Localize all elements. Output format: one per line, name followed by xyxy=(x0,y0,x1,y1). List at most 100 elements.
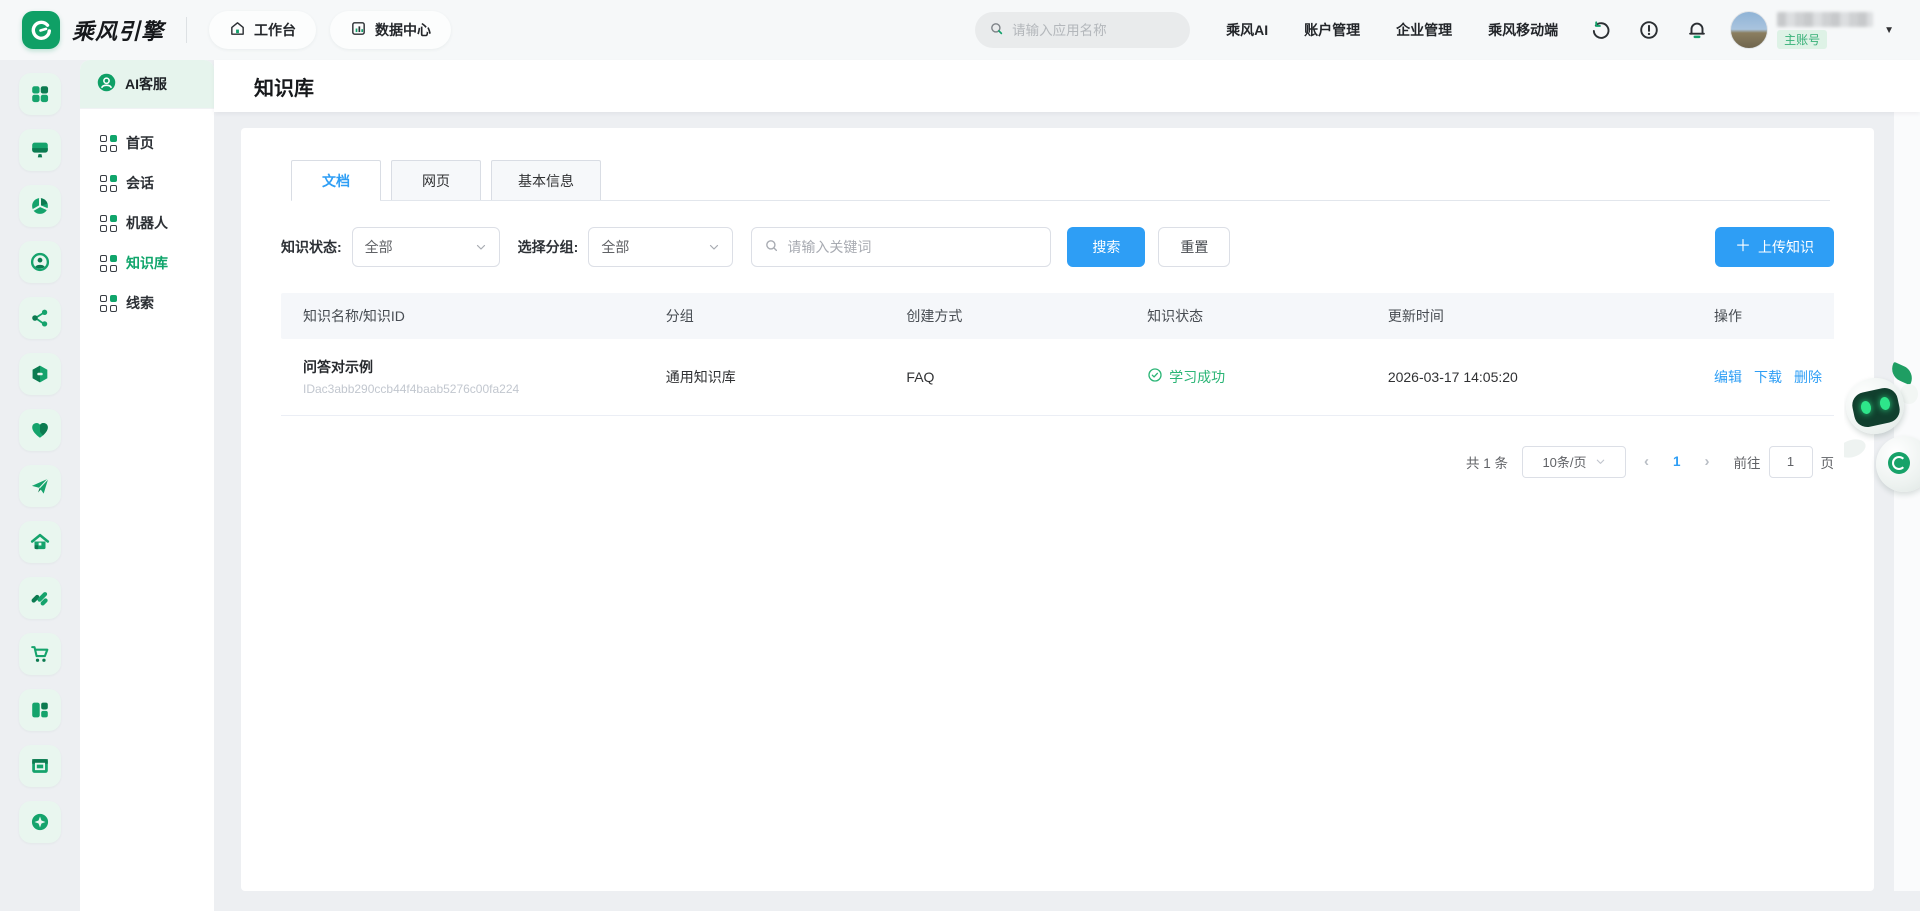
mascot-leaf xyxy=(1888,362,1916,385)
data-center-label: 数据中心 xyxy=(375,20,431,40)
goto-page-input[interactable] xyxy=(1769,446,1813,478)
ai-service-icon xyxy=(96,72,117,96)
grid-icon xyxy=(100,135,117,152)
rail-paper-plane-icon[interactable] xyxy=(19,465,61,507)
search-icon xyxy=(989,21,1004,39)
goto-label: 前往 xyxy=(1734,452,1761,472)
chevron-down-icon: ▼ xyxy=(1884,25,1894,36)
grid-icon xyxy=(100,215,117,232)
col-updated: 更新时间 xyxy=(1376,293,1702,339)
rail-tags-icon[interactable] xyxy=(19,577,61,619)
rail-layout-icon[interactable] xyxy=(19,689,61,731)
goto-suffix: 页 xyxy=(1821,452,1835,472)
sidebar-item-conversations[interactable]: 会话 xyxy=(80,163,214,203)
sidebar-item-home[interactable]: 首页 xyxy=(80,123,214,163)
workbench-button[interactable]: 工作台 xyxy=(209,11,316,49)
col-group: 分组 xyxy=(654,293,895,339)
tab-webpages[interactable]: 网页 xyxy=(391,160,481,200)
row-actions: 编辑 下载 删除 xyxy=(1714,367,1822,387)
app-search-input[interactable] xyxy=(1012,23,1176,38)
rail-share-icon[interactable] xyxy=(19,297,61,339)
rail-browser-icon[interactable] xyxy=(19,745,61,787)
bell-icon[interactable] xyxy=(1686,19,1708,41)
next-page-icon[interactable]: › xyxy=(1701,453,1714,470)
chevron-down-icon xyxy=(1595,456,1606,467)
avatar[interactable] xyxy=(1730,11,1768,49)
delete-link[interactable]: 删除 xyxy=(1794,367,1822,387)
goto-page: 前往 页 xyxy=(1734,446,1835,478)
grid-icon xyxy=(100,295,117,312)
sidebar-item-knowledge-base[interactable]: 知识库 xyxy=(80,243,214,283)
bar-chart-icon xyxy=(350,20,367,40)
search-icon xyxy=(764,238,779,256)
topbar: 乘风引擎 工作台 数据中心 乘风AI 账户管理 企业管理 乘风移动端 xyxy=(0,0,1920,60)
rail-hex-package-icon[interactable] xyxy=(19,353,61,395)
search-button[interactable]: 搜索 xyxy=(1067,227,1145,267)
rail-heart-icon[interactable] xyxy=(19,409,61,451)
table-row: 问答对示例 IDac3abb290ccb44f4baab5276c00fa224… xyxy=(281,339,1834,415)
knowledge-updated: 2026-03-17 14:05:20 xyxy=(1376,339,1702,415)
pagination: 共 1 条 10条/页 ‹ 1 › 前往 页 xyxy=(281,446,1834,478)
page-number-1[interactable]: 1 xyxy=(1667,454,1687,469)
rail-home-icon[interactable] xyxy=(19,521,61,563)
rail-customer-service-icon[interactable] xyxy=(19,241,61,283)
nav-enterprise-management[interactable]: 企业管理 xyxy=(1396,20,1452,40)
sidebar-item-leads[interactable]: 线索 xyxy=(80,283,214,323)
home-icon xyxy=(229,20,246,40)
tab-bar: 文档 网页 基本信息 xyxy=(291,160,1830,201)
sidebar-item-robots[interactable]: 机器人 xyxy=(80,203,214,243)
col-create-method: 创建方式 xyxy=(894,293,1135,339)
edit-link[interactable]: 编辑 xyxy=(1714,367,1742,387)
sidebar-module-header[interactable]: AI客服 xyxy=(80,60,214,108)
rail-monitor-icon[interactable] xyxy=(19,129,61,171)
brand-logo-icon[interactable] xyxy=(22,11,60,49)
alert-icon[interactable] xyxy=(1638,19,1660,41)
knowledge-name: 问答对示例 xyxy=(303,357,642,377)
page-size-select[interactable]: 10条/页 xyxy=(1522,446,1626,478)
grid-icon xyxy=(100,255,117,272)
sidebar-menu: 首页 会话 机器人 知识库 线索 xyxy=(80,109,214,323)
refresh-icon[interactable] xyxy=(1590,19,1612,41)
brand-name: 乘风引擎 xyxy=(72,14,164,46)
upload-knowledge-button[interactable]: ＋ 上传知识 xyxy=(1715,227,1834,267)
rail-cart-icon[interactable] xyxy=(19,633,61,675)
knowledge-table: 知识名称/知识ID 分组 创建方式 知识状态 更新时间 操作 xyxy=(281,293,1834,416)
prev-page-icon[interactable]: ‹ xyxy=(1640,453,1653,470)
keyword-input[interactable] xyxy=(787,239,1038,255)
keyword-search[interactable] xyxy=(751,227,1051,267)
rail-apps-icon[interactable] xyxy=(19,73,61,115)
col-name-id: 知识名称/知识ID xyxy=(281,293,654,339)
rail-sparkle-icon[interactable] xyxy=(19,801,61,843)
page-title: 知识库 xyxy=(254,72,314,101)
status-select[interactable]: 全部 xyxy=(352,227,500,267)
mascot-robot[interactable] xyxy=(1844,344,1920,512)
check-circle-icon xyxy=(1147,367,1163,386)
sidebar-module-label: AI客服 xyxy=(125,74,167,94)
workspace: AI客服 首页 会话 机器人 知识库 xyxy=(0,60,1920,911)
topbar-icons xyxy=(1590,19,1708,41)
username-redacted xyxy=(1777,12,1873,27)
account-menu[interactable]: 主账号 ▼ xyxy=(1730,11,1894,49)
total-count: 共 1 条 xyxy=(1466,452,1508,472)
data-center-button[interactable]: 数据中心 xyxy=(330,11,451,49)
main-area: 知识库 文档 网页 基本信息 知识状态: 全部 xyxy=(214,60,1920,911)
nav-chengfeng-ai[interactable]: 乘风AI xyxy=(1226,20,1268,40)
group-select[interactable]: 全部 xyxy=(588,227,733,267)
tab-basic-info[interactable]: 基本信息 xyxy=(491,160,601,200)
tab-documents[interactable]: 文档 xyxy=(291,160,381,200)
mascot-logo-icon xyxy=(1888,452,1910,474)
nav-mobile[interactable]: 乘风移动端 xyxy=(1488,20,1558,40)
top-nav: 乘风AI 账户管理 企业管理 乘风移动端 xyxy=(1226,20,1558,40)
app-rail xyxy=(0,60,80,911)
knowledge-create-method: FAQ xyxy=(894,339,1135,415)
col-status: 知识状态 xyxy=(1135,293,1376,339)
nav-account-management[interactable]: 账户管理 xyxy=(1304,20,1360,40)
col-actions: 操作 xyxy=(1702,293,1834,339)
page-header: 知识库 xyxy=(214,60,1920,112)
download-link[interactable]: 下载 xyxy=(1754,367,1782,387)
app-search[interactable] xyxy=(975,12,1190,48)
chevron-down-icon xyxy=(475,241,487,253)
rail-pie-chart-icon[interactable] xyxy=(19,185,61,227)
reset-button[interactable]: 重置 xyxy=(1158,227,1230,267)
knowledge-group: 通用知识库 xyxy=(654,339,895,415)
